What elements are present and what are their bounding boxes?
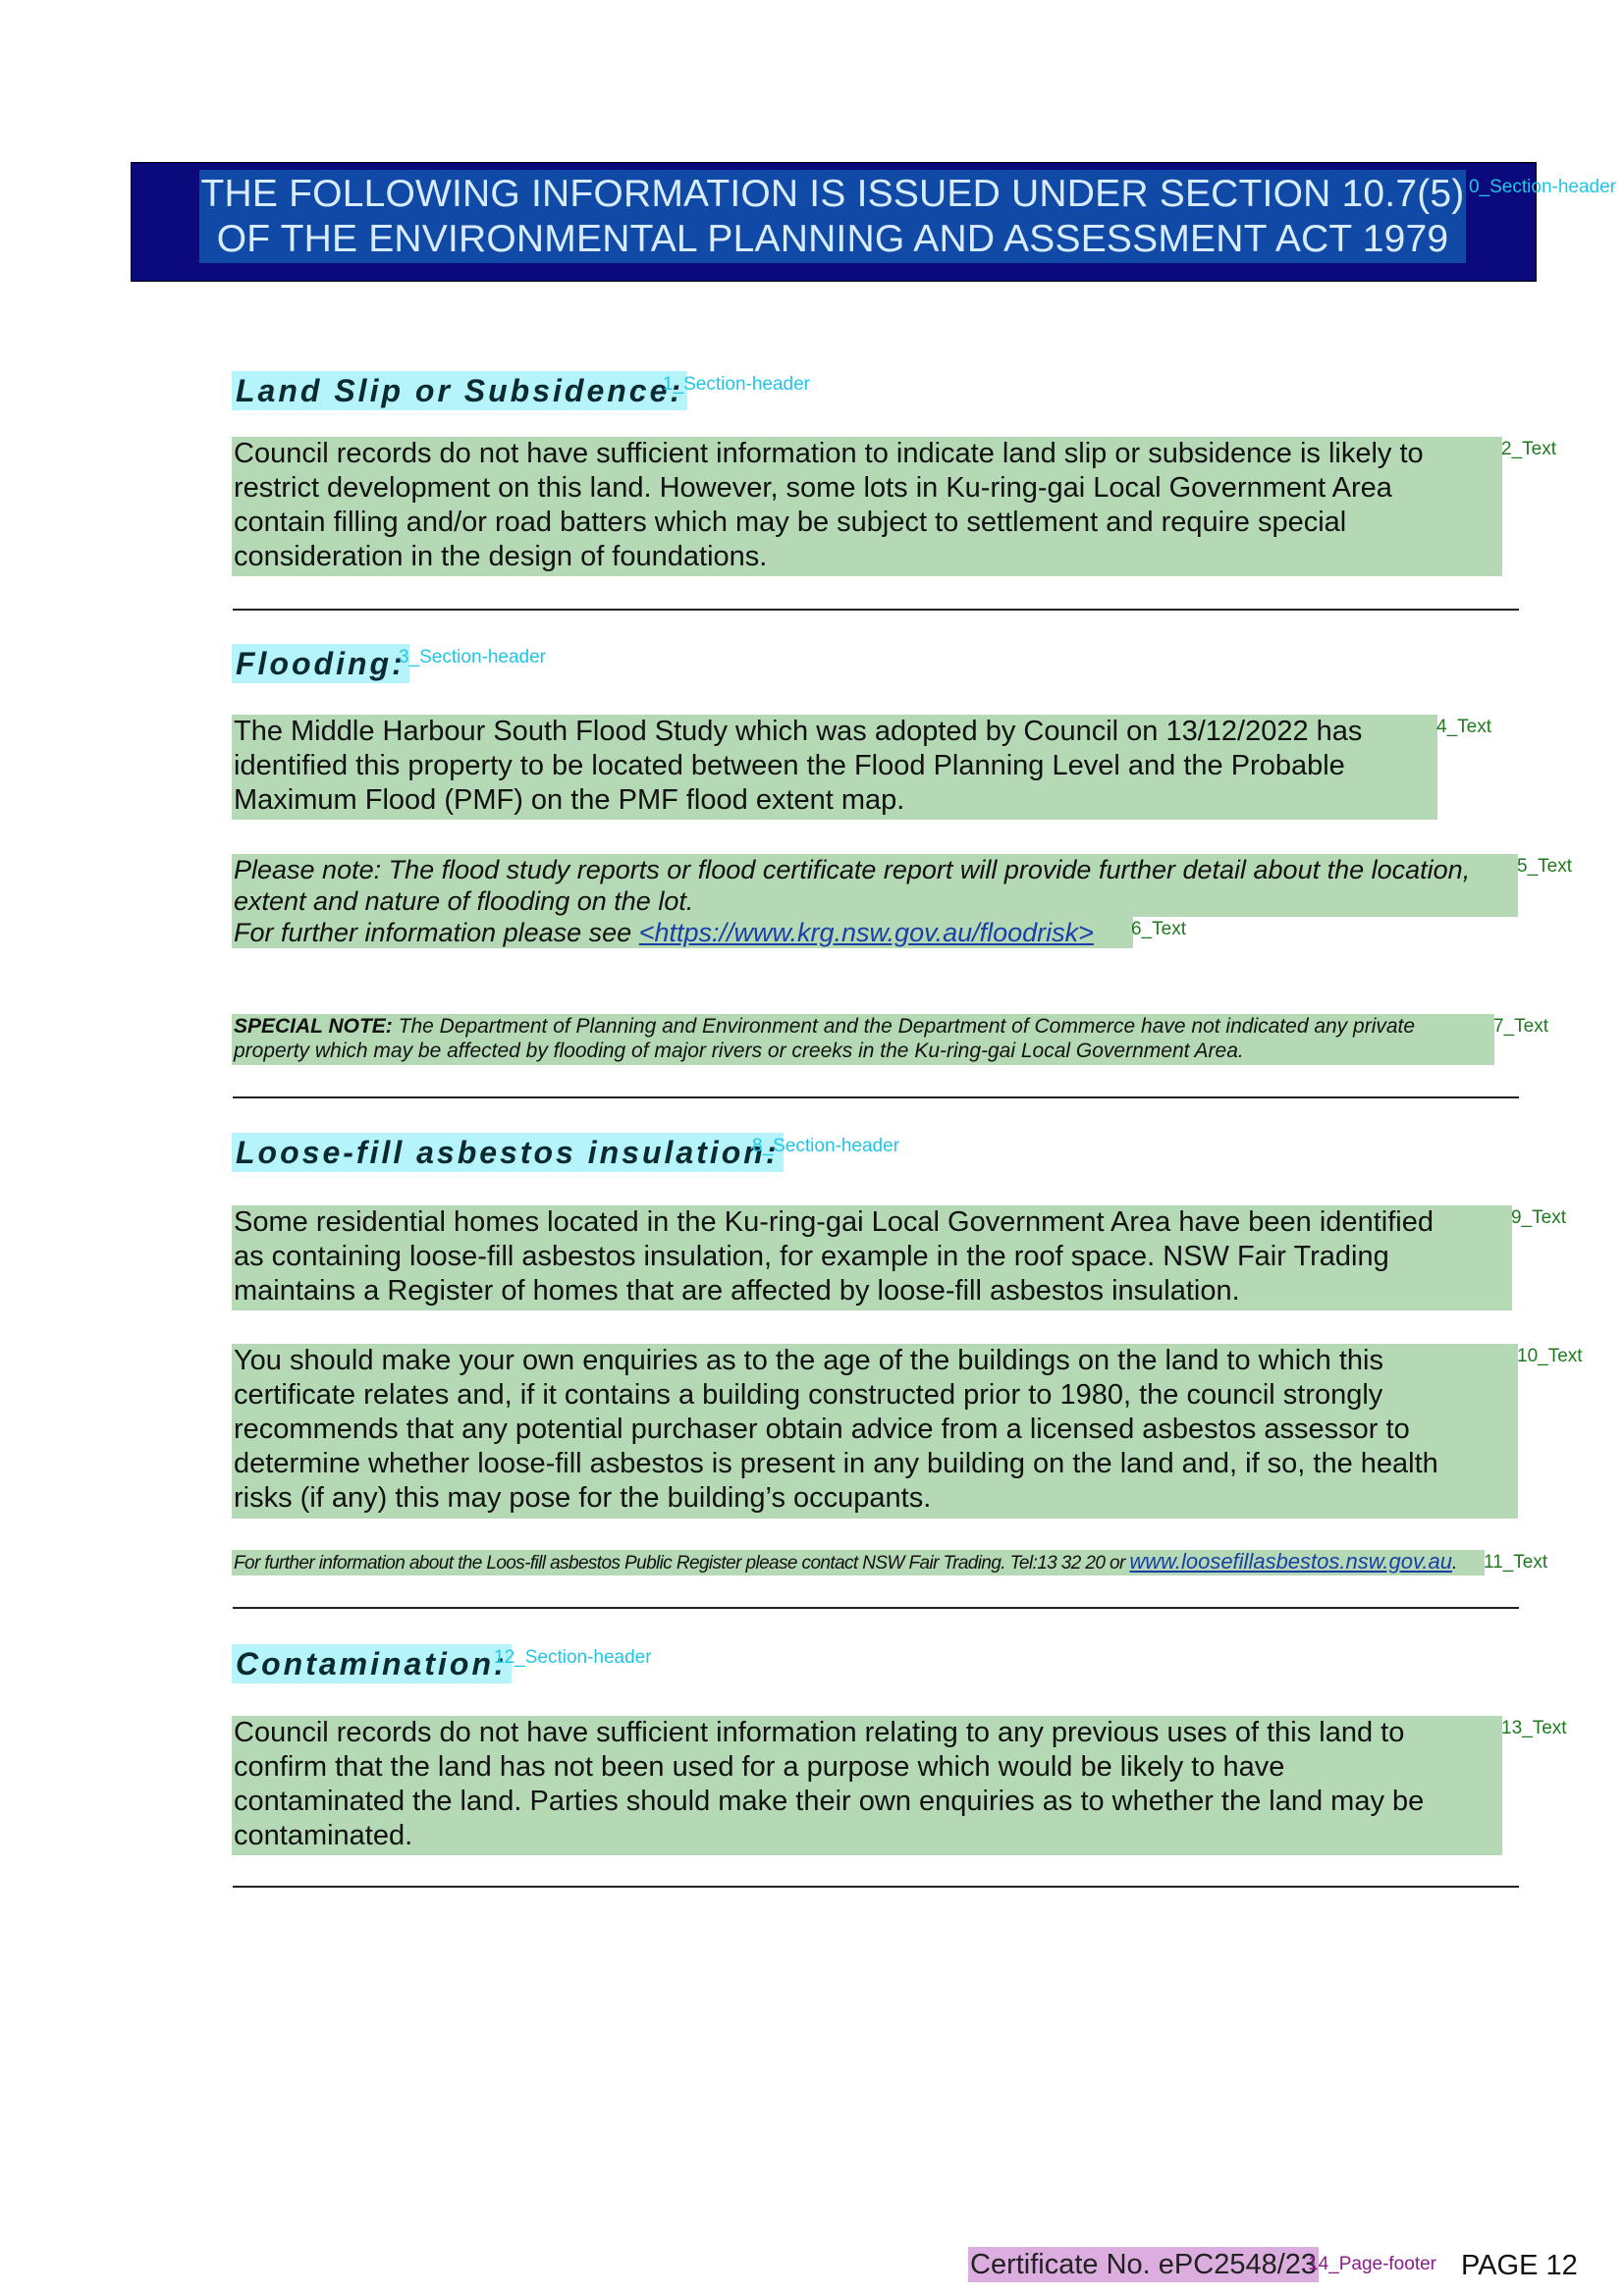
contamination-line: confirm that the land has not been used … [234,1751,1285,1783]
contamination-line: contaminated. [234,1820,413,1851]
land-slip-text: Council records do not have sufficient i… [232,437,1502,576]
flooding-header-tag: 3_Section-header [399,647,546,667]
special-note-label: SPECIAL NOTE: [234,1015,393,1038]
asbestos-line: determine whether loose-fill asbestos is… [234,1448,1438,1479]
contamination-header: Contamination: [232,1644,512,1683]
divider [233,1607,1519,1609]
page-number: PAGE 12 [1461,2250,1578,2281]
footer-tag: 14_Page-footer [1308,2254,1436,2274]
divider [233,1886,1519,1888]
banner-line-1: THE FOLLOWING INFORMATION IS ISSUED UNDE… [200,173,1465,215]
asbestos-contact-prefix: For further information about the Loos-f… [234,1553,1130,1574]
asbestos-line: Some residential homes located in the Ku… [234,1206,1434,1238]
land-slip-line: contain filling and/or road batters whic… [234,507,1347,538]
contamination-line: Council records do not have sufficient i… [234,1717,1405,1748]
contamination-line: contaminated the land. Parties should ma… [234,1786,1425,1817]
flooding-header: Flooding: [232,644,409,683]
loosefill-asbestos-link[interactable]: www.loosefillasbestos.nsw.gov.au [1129,1549,1452,1574]
special-note: SPECIAL NOTE: The Department of Planning… [232,1014,1494,1065]
flooding-line: Maximum Flood (PMF) on the PMF flood ext… [234,784,905,816]
asbestos-enquiries-tag: 10_Text [1517,1346,1583,1366]
asbestos-line: risks (if any) this may pose for the bui… [234,1482,932,1514]
floodrisk-link[interactable]: <https://www.krg.nsw.gov.au/floodrisk> [639,918,1094,947]
flood-further-tag: 6_Text [1131,919,1186,939]
banner-tag: 0_Section-header [1469,177,1616,197]
flooding-text-tag: 4_Text [1436,717,1491,737]
certificate-number: Certificate No. ePC2548/23 [968,2247,1320,2282]
asbestos-register-tag: 9_Text [1511,1207,1566,1228]
asbestos-line: maintains a Register of homes that are a… [234,1275,1240,1307]
asbestos-line: You should make your own enquiries as to… [234,1345,1383,1376]
asbestos-register-contact: For further information about the Loos-f… [232,1550,1485,1575]
flood-further-prefix: For further information please see [234,918,639,947]
contamination-header-tag: 12_Section-header [494,1647,652,1668]
land-slip-line: restrict development on this land. Howev… [234,472,1392,504]
flood-note-tag: 5_Text [1517,856,1572,877]
land-slip-header-tag: 1_Section-header [663,374,810,395]
flood-note-line: Please note: The flood study reports or … [234,855,1471,884]
asbestos-header: Loose-fill asbestos insulation: [232,1133,784,1172]
divider [233,609,1519,611]
flooding-line: The Middle Harbour South Flood Study whi… [234,716,1363,747]
divider [233,1096,1519,1098]
flood-study-note: Please note: The flood study reports or … [232,854,1518,917]
land-slip-line: consideration in the design of foundatio… [234,541,768,572]
flood-note-line: extent and nature of flooding on the lot… [234,886,694,916]
asbestos-line: as containing loose-fill asbestos insula… [234,1241,1389,1272]
special-note-line: The Department of Planning and Environme… [392,1015,1416,1038]
flooding-line: identified this property to be located b… [234,750,1345,781]
contamination-text-tag: 13_Text [1501,1718,1567,1738]
asbestos-line: certificate relates and, if it contains … [234,1379,1383,1411]
asbestos-contact-tag: 11_Text [1484,1552,1548,1573]
flooding-text: The Middle Harbour South Flood Study whi… [232,715,1437,820]
land-slip-line: Council records do not have sufficient i… [234,438,1424,469]
asbestos-line: recommends that any potential purchaser … [234,1414,1410,1445]
asbestos-header-tag: 8_Section-header [752,1136,899,1156]
asbestos-register-text: Some residential homes located in the Ku… [232,1205,1512,1310]
asbestos-contact-suffix: . [1451,1553,1457,1574]
special-note-line: property which may be affected by floodi… [234,1040,1244,1062]
land-slip-text-tag: 2_Text [1501,439,1556,459]
flood-further-info: For further information please see <http… [232,917,1133,948]
contamination-text: Council records do not have sufficient i… [232,1716,1502,1855]
land-slip-header: Land Slip or Subsidence: [232,371,688,410]
special-note-tag: 7_Text [1493,1016,1548,1037]
asbestos-enquiries-text: You should make your own enquiries as to… [232,1344,1518,1519]
banner-line-2: OF THE ENVIRONMENTAL PLANNING AND ASSESS… [216,218,1449,260]
